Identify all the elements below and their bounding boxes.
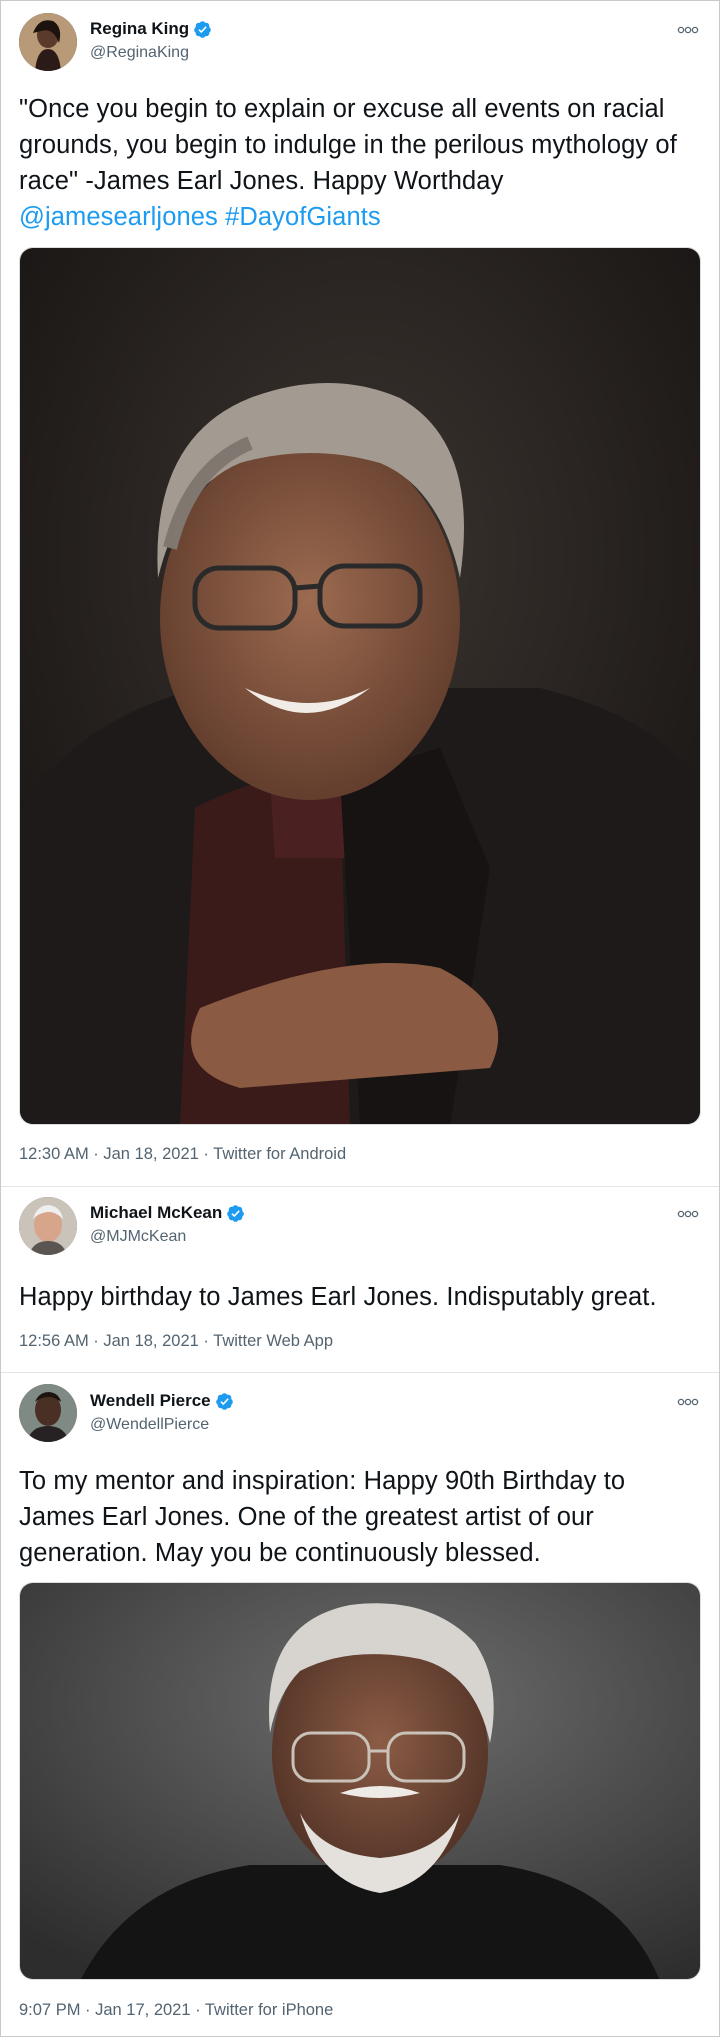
tweet-photo[interactable]	[19, 1582, 701, 1980]
avatar[interactable]	[19, 1384, 77, 1442]
tweet-text: "Once you begin to explain or excuse all…	[19, 91, 701, 235]
tweet-text-body: "Once you begin to explain or excuse all…	[19, 95, 677, 195]
avatar[interactable]	[19, 1197, 77, 1255]
tweet-meta[interactable]: 12:56 AM · Jan 18, 2021 · Twitter Web Ap…	[19, 1332, 333, 1351]
display-name[interactable]: Michael McKean	[90, 1203, 245, 1223]
display-name[interactable]: Regina King	[90, 19, 212, 39]
display-name-text[interactable]: Regina King	[90, 19, 189, 39]
tweet-meta[interactable]: 12:30 AM · Jan 18, 2021 · Twitter for An…	[19, 1145, 346, 1164]
display-name[interactable]: Wendell Pierce	[90, 1391, 234, 1411]
portrait-photo-image	[20, 248, 700, 1124]
avatar-pierce-image	[19, 1384, 77, 1442]
avatar[interactable]	[19, 13, 77, 71]
verified-badge-icon	[194, 20, 211, 38]
handle[interactable]: @WendellPierce	[90, 1416, 209, 1434]
handle[interactable]: @ReginaKing	[90, 44, 189, 62]
handle[interactable]: @MJMcKean	[90, 1228, 186, 1246]
hashtag-link[interactable]: #DayofGiants	[225, 203, 381, 231]
tweet-meta[interactable]: 9:07 PM · Jan 17, 2021 · Twitter for iPh…	[19, 2001, 333, 2020]
avatar-mckean-image	[19, 1197, 77, 1255]
avatar-regina-image	[19, 13, 77, 71]
more-options-icon[interactable]	[677, 23, 699, 34]
tweet-collection: Regina King @ReginaKing "Once you begin …	[0, 0, 720, 2037]
more-options-icon[interactable]	[677, 1207, 699, 1218]
tweet-text: Happy birthday to James Earl Jones. Indi…	[19, 1283, 657, 1311]
more-options-icon[interactable]	[677, 1395, 699, 1406]
verified-badge-icon	[215, 1392, 233, 1410]
mention-link[interactable]: @jamesearljones	[19, 203, 218, 231]
tweet-wendell-pierce: Wendell Pierce @WendellPierce To my ment…	[1, 1373, 719, 2036]
verified-badge-icon	[227, 1204, 245, 1222]
tweet-regina-king: Regina King @ReginaKing "Once you begin …	[1, 1, 719, 1186]
display-name-text[interactable]: Wendell Pierce	[90, 1391, 211, 1411]
tweet-photo[interactable]	[19, 247, 701, 1125]
portrait-photo-image	[20, 1583, 700, 1979]
display-name-text[interactable]: Michael McKean	[90, 1203, 222, 1223]
tweet-text: To my mentor and inspiration: Happy 90th…	[19, 1467, 626, 1567]
tweet-michael-mckean: Michael McKean @MJMcKean Happy birthday …	[1, 1187, 719, 1372]
